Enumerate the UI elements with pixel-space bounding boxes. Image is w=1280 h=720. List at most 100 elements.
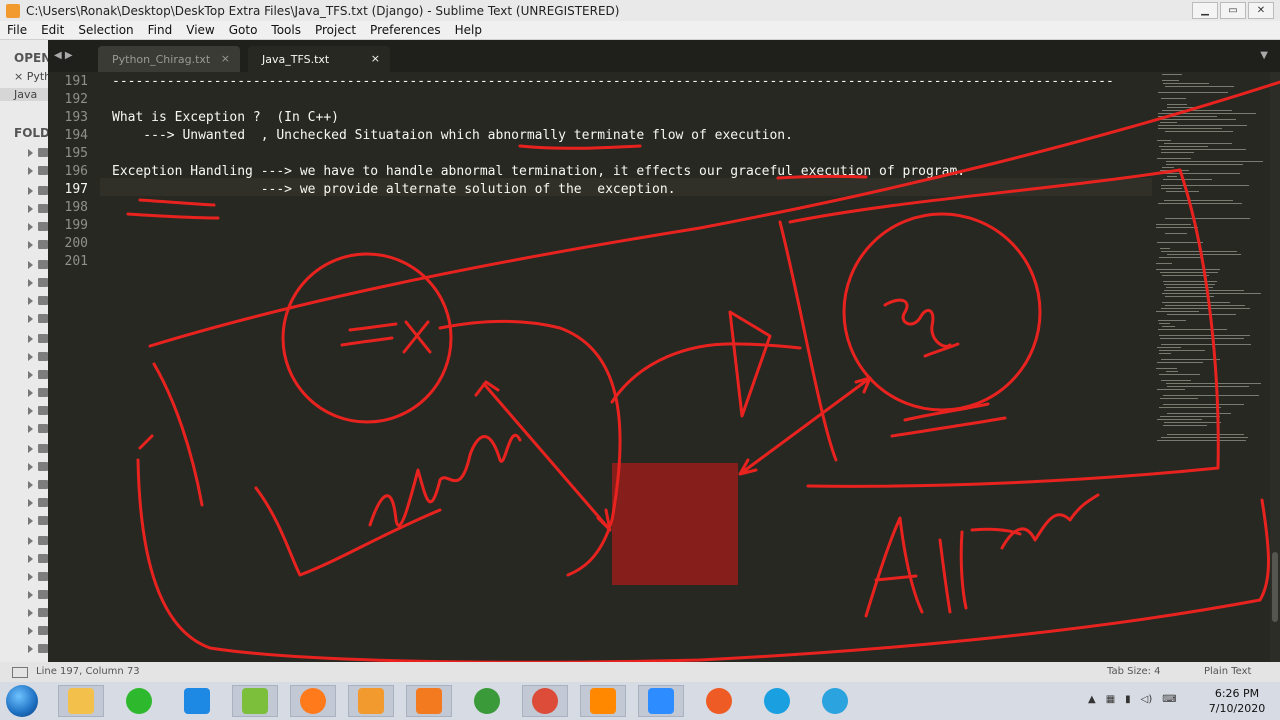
tab-close-icon[interactable]: × bbox=[371, 52, 380, 65]
menu-tools[interactable]: Tools bbox=[264, 23, 308, 37]
code-line[interactable]: What is Exception ? (In C++) bbox=[112, 109, 339, 127]
tray-expand-icon[interactable]: ▲ bbox=[1088, 694, 1096, 705]
menu-edit[interactable]: Edit bbox=[34, 23, 71, 37]
start-button-icon[interactable] bbox=[6, 685, 38, 717]
code-line[interactable]: ---> Unwanted , Unchecked Situataion whi… bbox=[112, 127, 793, 145]
taskbar-notepad-plus-plus[interactable] bbox=[232, 685, 278, 717]
folder-tree-item[interactable] bbox=[28, 608, 48, 620]
folder-tree-item[interactable] bbox=[28, 204, 48, 216]
taskbar-vlc[interactable] bbox=[580, 685, 626, 717]
tab-size[interactable]: Tab Size: 4 bbox=[1107, 666, 1161, 677]
expand-arrow-icon[interactable] bbox=[28, 481, 33, 489]
tab-nav-arrows-icon[interactable]: ◀ ▶ bbox=[54, 50, 73, 61]
expand-arrow-icon[interactable] bbox=[28, 389, 33, 397]
taskbar-edge[interactable] bbox=[754, 685, 800, 717]
taskbar-git-gui[interactable] bbox=[464, 685, 510, 717]
expand-arrow-icon[interactable] bbox=[28, 371, 33, 379]
code-line[interactable]: Exception Handling ---> we have to handl… bbox=[112, 163, 965, 181]
taskbar-firefox[interactable] bbox=[290, 685, 336, 717]
taskbar-chrome[interactable] bbox=[522, 685, 568, 717]
expand-arrow-icon[interactable] bbox=[28, 555, 33, 563]
expand-arrow-icon[interactable] bbox=[28, 627, 33, 635]
folder-tree-item[interactable] bbox=[28, 572, 48, 584]
vertical-scrollbar[interactable] bbox=[1270, 72, 1280, 662]
menu-file[interactable]: File bbox=[0, 23, 34, 37]
menu-project[interactable]: Project bbox=[308, 23, 363, 37]
keyboard-icon[interactable]: ⌨ bbox=[1162, 694, 1176, 705]
syntax-mode[interactable]: Plain Text bbox=[1204, 666, 1251, 677]
expand-arrow-icon[interactable] bbox=[28, 223, 33, 231]
restore-button[interactable]: ▭ bbox=[1220, 2, 1246, 19]
expand-arrow-icon[interactable] bbox=[28, 499, 33, 507]
expand-arrow-icon[interactable] bbox=[28, 591, 33, 599]
expand-arrow-icon[interactable] bbox=[28, 517, 33, 525]
folder-tree-item[interactable] bbox=[28, 424, 48, 436]
expand-arrow-icon[interactable] bbox=[28, 335, 33, 343]
open-file-python[interactable]: × Pyth bbox=[14, 70, 48, 83]
folder-tree-item[interactable] bbox=[28, 406, 48, 418]
tab-python-chirag[interactable]: Python_Chirag.txt × bbox=[98, 46, 240, 72]
folder-tree-item[interactable] bbox=[28, 480, 48, 492]
close-button[interactable]: ✕ bbox=[1248, 2, 1274, 19]
menu-view[interactable]: View bbox=[179, 23, 221, 37]
code-editor[interactable]: ----------------------------------------… bbox=[112, 72, 1152, 662]
expand-arrow-icon[interactable] bbox=[28, 241, 33, 249]
network-icon[interactable]: ▦ bbox=[1106, 694, 1115, 705]
folder-tree-item[interactable] bbox=[28, 240, 48, 252]
folder-tree-item[interactable] bbox=[28, 516, 48, 528]
folder-tree-item[interactable] bbox=[28, 590, 48, 602]
taskbar-xampp[interactable] bbox=[406, 685, 452, 717]
clock[interactable]: 6:26 PM 7/10/2020 bbox=[1207, 686, 1267, 716]
taskbar-vscode[interactable] bbox=[174, 685, 220, 717]
folder-tree-item[interactable] bbox=[28, 260, 48, 272]
menu-find[interactable]: Find bbox=[141, 23, 180, 37]
panel-toggle-icon[interactable] bbox=[12, 667, 28, 678]
menu-help[interactable]: Help bbox=[448, 23, 489, 37]
folder-tree-item[interactable] bbox=[28, 166, 48, 178]
expand-arrow-icon[interactable] bbox=[28, 537, 33, 545]
volume-icon[interactable]: ◁) bbox=[1141, 694, 1153, 705]
folder-tree-item[interactable] bbox=[28, 370, 48, 382]
battery-icon[interactable]: ▮ bbox=[1125, 694, 1131, 705]
folder-tree-item[interactable] bbox=[28, 462, 48, 474]
code-line[interactable]: ----------------------------------------… bbox=[112, 73, 1114, 91]
expand-arrow-icon[interactable] bbox=[28, 149, 33, 157]
menu-preferences[interactable]: Preferences bbox=[363, 23, 448, 37]
expand-arrow-icon[interactable] bbox=[28, 187, 33, 195]
taskbar-postman[interactable] bbox=[696, 685, 742, 717]
tab-java-tfs[interactable]: Java_TFS.txt × bbox=[248, 46, 390, 72]
taskbar-zoom[interactable] bbox=[638, 685, 684, 717]
folder-tree-item[interactable] bbox=[28, 314, 48, 326]
tab-close-icon[interactable]: × bbox=[221, 52, 230, 65]
minimap[interactable] bbox=[1152, 72, 1270, 662]
taskbar-sublime-text[interactable] bbox=[348, 685, 394, 717]
code-line[interactable]: ---> we provide alternate solution of th… bbox=[112, 181, 676, 199]
taskbar-telegram[interactable] bbox=[812, 685, 858, 717]
folder-tree-item[interactable] bbox=[28, 352, 48, 364]
folder-tree-item[interactable] bbox=[28, 626, 48, 638]
expand-arrow-icon[interactable] bbox=[28, 297, 33, 305]
open-file-java[interactable]: Java bbox=[0, 88, 48, 101]
folder-tree-item[interactable] bbox=[28, 278, 48, 290]
taskbar-file-explorer[interactable] bbox=[58, 685, 104, 717]
expand-arrow-icon[interactable] bbox=[28, 407, 33, 415]
expand-arrow-icon[interactable] bbox=[28, 261, 33, 269]
folder-tree-item[interactable] bbox=[28, 644, 48, 656]
expand-arrow-icon[interactable] bbox=[28, 279, 33, 287]
folder-tree-item[interactable] bbox=[28, 536, 48, 548]
expand-arrow-icon[interactable] bbox=[28, 645, 33, 653]
expand-arrow-icon[interactable] bbox=[28, 425, 33, 433]
expand-arrow-icon[interactable] bbox=[28, 463, 33, 471]
folder-tree-item[interactable] bbox=[28, 296, 48, 308]
expand-arrow-icon[interactable] bbox=[28, 315, 33, 323]
menu-goto[interactable]: Goto bbox=[222, 23, 265, 37]
folder-tree-item[interactable] bbox=[28, 222, 48, 234]
folder-tree-item[interactable] bbox=[28, 554, 48, 566]
tab-dropdown-icon[interactable]: ▼ bbox=[1260, 50, 1268, 61]
taskbar-sync[interactable] bbox=[116, 685, 162, 717]
folder-tree-item[interactable] bbox=[28, 186, 48, 198]
expand-arrow-icon[interactable] bbox=[28, 205, 33, 213]
expand-arrow-icon[interactable] bbox=[28, 445, 33, 453]
minimize-button[interactable]: ▁ bbox=[1192, 2, 1218, 19]
folder-tree-item[interactable] bbox=[28, 334, 48, 346]
